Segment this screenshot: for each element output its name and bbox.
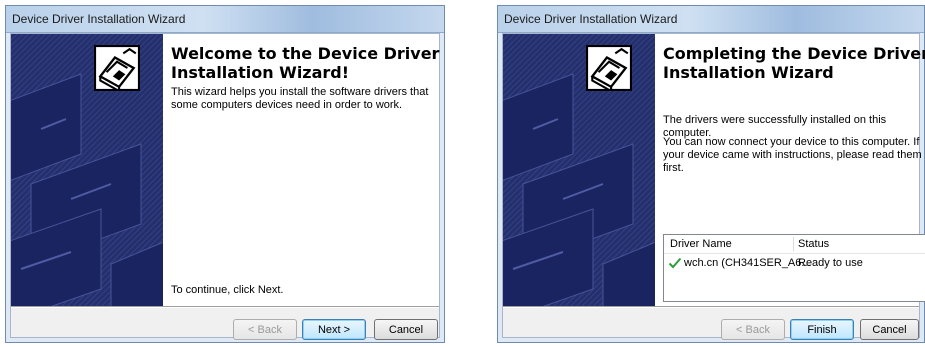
wizard-logo-icon <box>94 45 140 91</box>
welcome-banner-image <box>11 34 163 306</box>
table-row[interactable]: wch.cn (CH341SER_A6... Ready to use <box>664 255 925 271</box>
back-button[interactable]: < Back <box>721 319 785 340</box>
completing-window-title: Device Driver Installation Wizard <box>504 12 678 26</box>
column-header-driver-name[interactable]: Driver Name <box>670 238 732 250</box>
driver-table-header: Driver Name Status <box>664 235 925 254</box>
welcome-heading-line1: Welcome to the Device Driver <box>171 44 440 63</box>
completing-wizard-window: Device Driver Installation Wizard Comple… <box>497 5 925 343</box>
cancel-button[interactable]: Cancel <box>860 319 919 340</box>
driver-status-cell: Ready to use <box>798 257 863 269</box>
cancel-button[interactable]: Cancel <box>374 319 438 340</box>
back-button[interactable]: < Back <box>233 319 297 340</box>
checkmark-icon <box>668 257 682 269</box>
completing-content-panel: Completing the Device Driver Installatio… <box>655 34 925 306</box>
welcome-description: This wizard helps you install the softwa… <box>171 86 429 111</box>
completing-heading: Completing the Device Driver Installatio… <box>663 44 925 82</box>
completing-client-area: Completing the Device Driver Installatio… <box>502 33 925 340</box>
column-divider[interactable] <box>793 237 794 251</box>
driver-name-cell: wch.cn (CH341SER_A6... <box>684 257 811 269</box>
completing-heading-line2: Installation Wizard <box>663 63 834 82</box>
wizard-logo-icon <box>586 45 632 91</box>
connect-device-message: You can now connect your device to this … <box>663 136 922 174</box>
welcome-instruction: To continue, click Next. <box>171 284 284 296</box>
finish-button[interactable]: Finish <box>790 319 854 340</box>
welcome-window-title: Device Driver Installation Wizard <box>12 12 186 26</box>
welcome-heading: Welcome to the Device Driver Installatio… <box>171 44 440 82</box>
welcome-title-bar[interactable]: Device Driver Installation Wizard <box>6 6 444 33</box>
welcome-client-area: Welcome to the Device Driver Installatio… <box>10 33 440 340</box>
welcome-separator <box>11 306 439 308</box>
completing-separator <box>503 306 919 308</box>
welcome-wizard-window: Device Driver Installation Wizard Welcom… <box>5 5 445 343</box>
completing-heading-line1: Completing the Device Driver <box>663 44 925 63</box>
driver-status-table: Driver Name Status wch.cn (CH341SER_A6..… <box>663 234 925 302</box>
welcome-heading-line2: Installation Wizard! <box>171 63 350 82</box>
completing-banner-image <box>503 34 655 306</box>
next-button[interactable]: Next > <box>302 319 366 340</box>
welcome-content-panel: Welcome to the Device Driver Installatio… <box>163 34 439 306</box>
column-header-status[interactable]: Status <box>798 238 829 250</box>
completing-title-bar[interactable]: Device Driver Installation Wizard <box>498 6 924 33</box>
